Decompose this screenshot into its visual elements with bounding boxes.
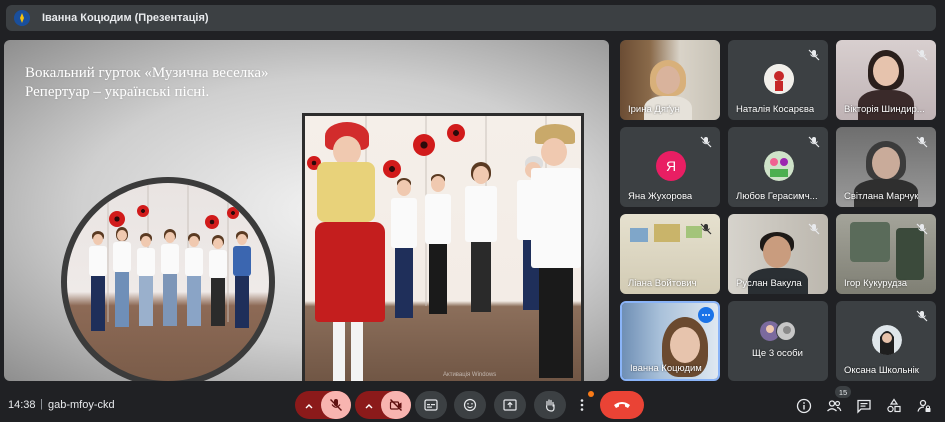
participant-tile[interactable]: Наталія Косарєва [728, 40, 828, 120]
hang-up-icon [614, 402, 630, 408]
participant-tile[interactable]: Ліана Войтович [620, 214, 720, 294]
end-call-button[interactable] [600, 391, 644, 419]
participant-name: Ірина Дяґун [628, 104, 680, 115]
participant-tile[interactable]: Руслан Вакула [728, 214, 828, 294]
host-controls-button[interactable] [916, 398, 932, 414]
participant-tile[interactable]: Ірина Дяґун [620, 40, 720, 120]
participant-tile-active[interactable]: Іванна Коцюдим [620, 301, 720, 381]
participant-name: Світлана Марчук [844, 191, 919, 202]
more-options-button[interactable] [572, 391, 594, 419]
group-avatar-2 [776, 321, 796, 341]
captions-button[interactable] [415, 391, 447, 419]
choir-photo-stage: Активація Windows [302, 113, 584, 381]
notification-dot [588, 391, 594, 397]
slide-title-line-1: Вокальний гурток «Музична веселка» [25, 65, 269, 81]
participant-avatar [764, 151, 794, 181]
present-icon [503, 399, 517, 411]
participant-tile[interactable]: Ігор Кукурудза [836, 214, 936, 294]
mic-off-icon [916, 222, 928, 235]
meet-window: Іванна Коцюдим (Презентація) Вокальний г… [0, 0, 945, 422]
mic-options-chevron-icon[interactable] [303, 399, 315, 411]
mic-off-icon [700, 135, 712, 148]
hand-icon [546, 399, 555, 412]
bottom-bar: 14:38 | gab-mfoy-ckd [0, 386, 945, 422]
mic-off-icon [808, 222, 820, 235]
participant-name: Наталія Косарєва [736, 104, 815, 115]
participants-button[interactable] [826, 398, 842, 414]
participant-tile[interactable]: Світлана Марчук [836, 127, 936, 207]
participant-avatar: Я [656, 151, 686, 181]
windows-watermark: Активація Windows [443, 372, 497, 378]
emoji-icon [463, 398, 477, 412]
slide-title-line-2: Репертуар – українські пісні. [25, 84, 210, 100]
chat-icon [857, 399, 871, 414]
info-icon [796, 398, 812, 414]
presenter-avatar [14, 10, 30, 26]
lock-person-icon [917, 399, 931, 412]
captions-icon [424, 399, 438, 411]
participant-avatar [872, 325, 902, 355]
mic-off-icon [808, 48, 820, 61]
participant-name: Любов Герасимч... [736, 191, 818, 202]
chat-button[interactable] [856, 398, 872, 414]
camera-options-chevron-icon[interactable] [363, 399, 375, 411]
camera-group [355, 391, 411, 419]
more-vert-icon [580, 399, 584, 411]
mic-off-icon [808, 135, 820, 148]
presenter-label: Іванна Коцюдим (Презентація) [42, 12, 209, 24]
participant-name: Руслан Вакула [736, 278, 802, 289]
presentation-slide: Вокальний гурток «Музична веселка» Репер… [4, 40, 609, 381]
activities-button[interactable] [886, 398, 902, 414]
meeting-details-button[interactable] [796, 398, 812, 414]
clock: 14:38 [8, 399, 36, 411]
participant-tile[interactable]: Оксана Школьнік [836, 301, 936, 381]
participant-tile[interactable]: Вікторія Шиндир... [836, 40, 936, 120]
participant-name: Оксана Школьнік [844, 365, 919, 376]
separator: | [40, 398, 43, 410]
participant-name: Ігор Кукурудза [844, 278, 908, 289]
participant-tile[interactable]: Любов Герасимч... [728, 127, 828, 207]
reactions-button[interactable] [454, 391, 486, 419]
raise-hand-button[interactable] [534, 391, 566, 419]
choir-photo-round [61, 177, 275, 381]
camera-off-button[interactable] [381, 391, 411, 419]
people-icon [827, 400, 842, 412]
top-bar: Іванна Коцюдим (Презентація) [0, 0, 945, 36]
camera-off-icon [389, 399, 402, 411]
participant-tile-group[interactable]: Ще 3 особи [728, 301, 828, 381]
slide-title: Вокальний гурток «Музична веселка» Репер… [25, 64, 269, 102]
mic-off-icon [330, 399, 342, 411]
participant-name: Ще 3 особи [752, 348, 803, 359]
mic-off-icon [916, 309, 928, 322]
mic-off-icon [700, 222, 712, 235]
participant-name: Яна Жухорова [628, 191, 693, 202]
mic-off-icon [916, 48, 928, 61]
participant-avatar [764, 64, 794, 94]
mic-off-icon [916, 135, 928, 148]
participant-tile[interactable]: Я Яна Жухорова [620, 127, 720, 207]
presenter-chip[interactable]: Іванна Коцюдим (Презентація) [6, 5, 936, 31]
meeting-code: gab-mfoy-ckd [48, 399, 115, 411]
participants-count-badge: 15 [835, 386, 851, 398]
present-screen-button[interactable] [494, 391, 526, 419]
participant-name: Іванна Коцюдим [630, 363, 702, 374]
shapes-icon [887, 398, 901, 413]
participant-name: Ліана Войтович [628, 278, 697, 289]
mic-off-button[interactable] [321, 391, 351, 419]
mic-group [295, 391, 351, 419]
participant-name: Вікторія Шиндир... [844, 104, 925, 115]
more-options-icon[interactable] [698, 307, 714, 323]
